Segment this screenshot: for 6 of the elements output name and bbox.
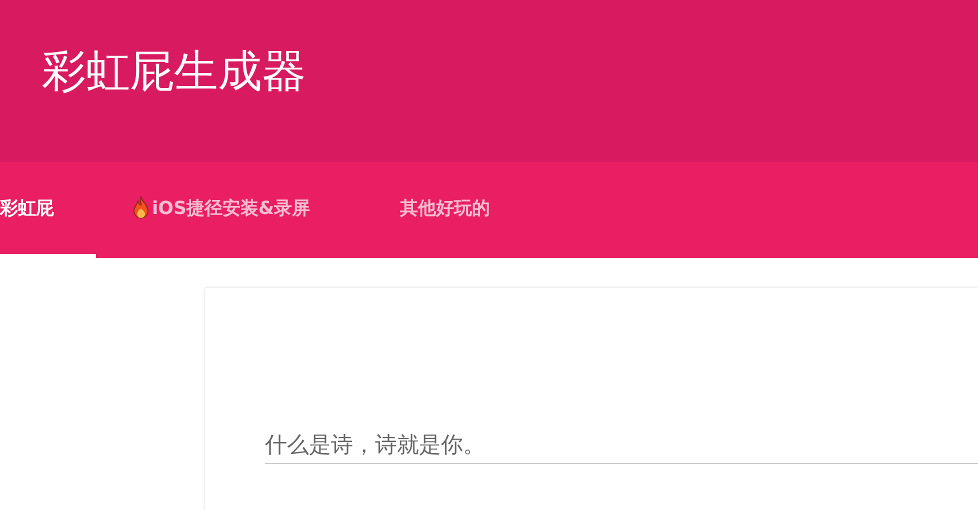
tab[interactable]: 其他好玩的 <box>366 162 526 258</box>
flame-icon <box>132 196 150 220</box>
tab-label: iOS捷径安装&录屏 <box>152 197 310 220</box>
input-field[interactable]: 什么是诗，诗就是你。 <box>265 428 978 464</box>
tab[interactable]: iOS捷径安装&录屏 <box>96 162 366 258</box>
app-title: 彩虹屁生成器 <box>42 44 306 98</box>
